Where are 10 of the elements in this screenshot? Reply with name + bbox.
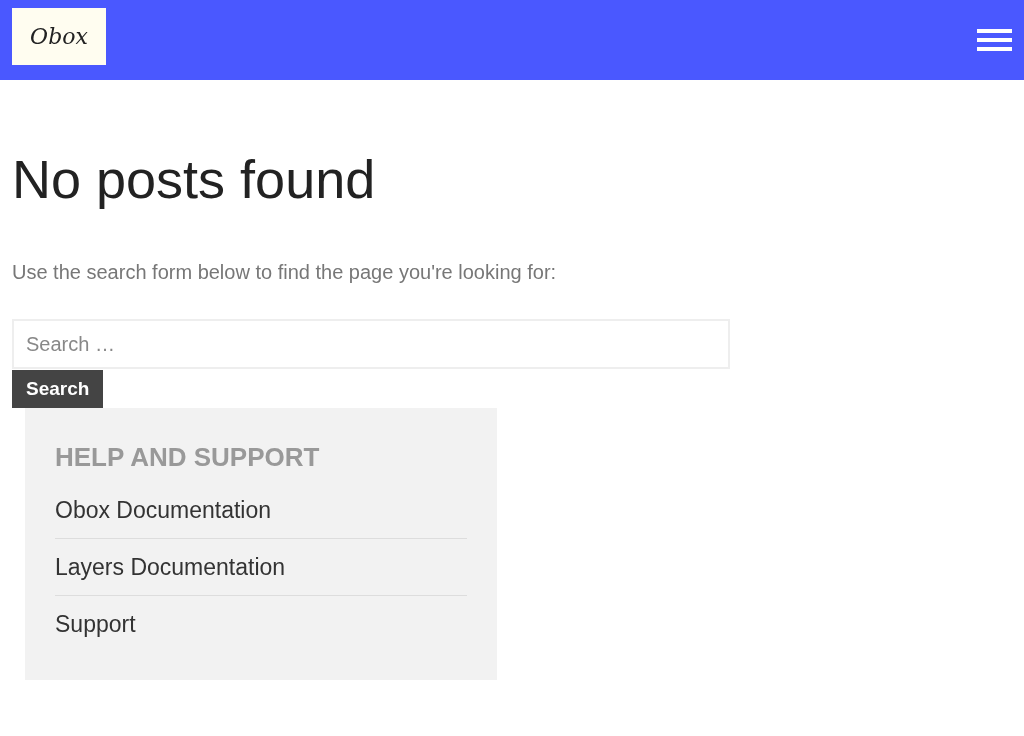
widget-link[interactable]: Obox Documentation <box>55 482 272 538</box>
search-field[interactable]: Search … <box>12 319 730 369</box>
page-title: No posts found <box>12 148 377 210</box>
widget-title: HELP AND SUPPORT <box>55 442 321 472</box>
search-button[interactable]: Search <box>12 370 104 408</box>
menu-icon[interactable] <box>977 29 1012 51</box>
logo[interactable]: Obox <box>12 8 106 65</box>
widget-link[interactable]: Support <box>55 596 136 652</box>
widget-link[interactable]: Layers Documentation <box>55 539 286 595</box>
page-message: Use the search form below to find the page you're looking for: <box>12 260 558 284</box>
